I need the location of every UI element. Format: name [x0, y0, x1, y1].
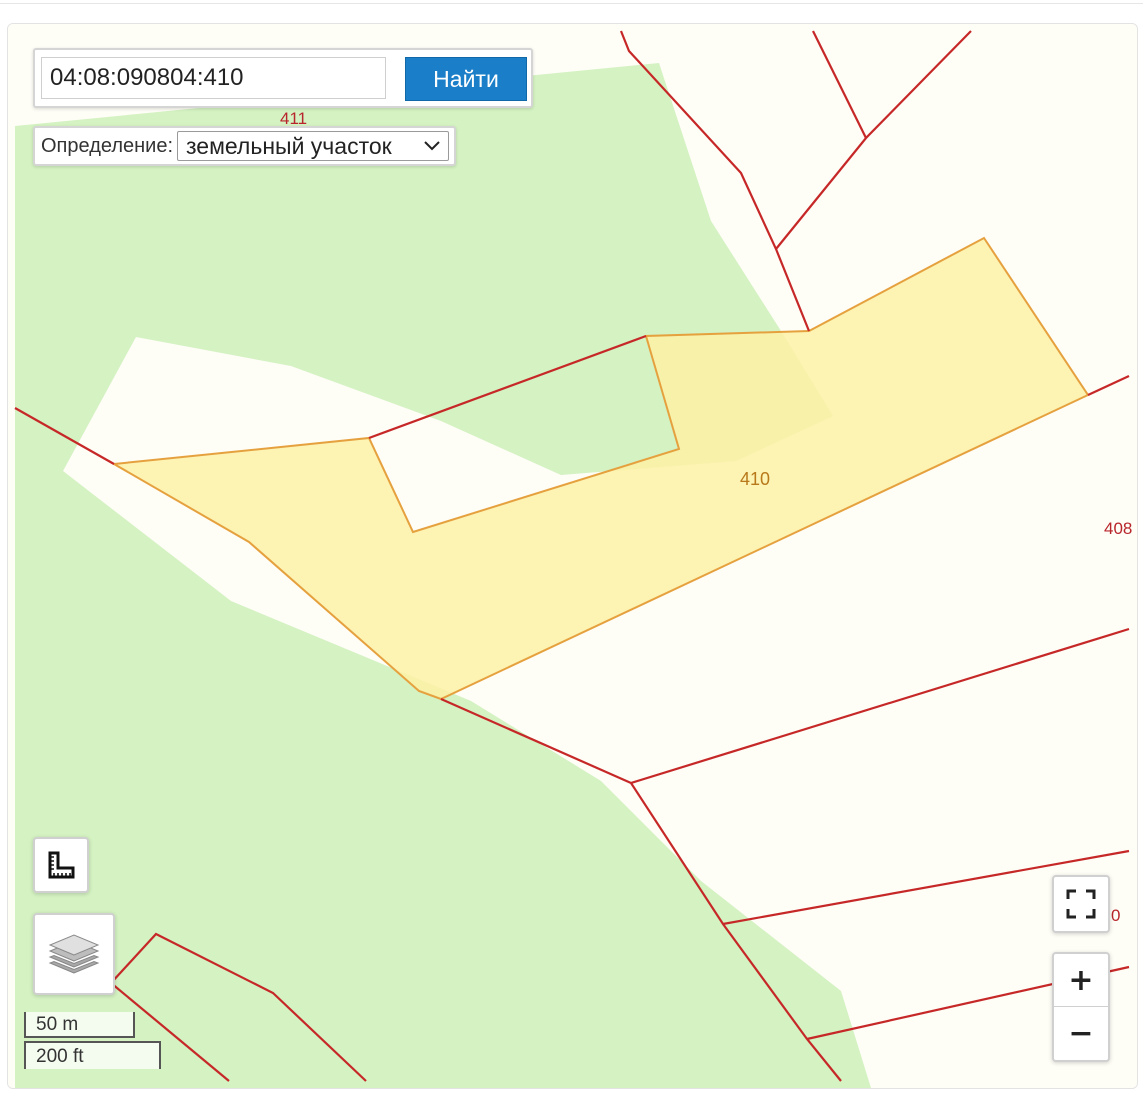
definition-select[interactable]: земельный участок [177, 131, 450, 161]
definition-selector-box: Определение: земельный участок [33, 126, 456, 166]
parcel-label-partial: 0 [1111, 906, 1120, 925]
scale-bar-metric: 50 m [24, 1012, 135, 1038]
ruler-icon [48, 851, 75, 879]
zoom-out-button[interactable]: − [1054, 1007, 1108, 1059]
fullscreen-button[interactable] [1052, 875, 1110, 933]
search-button[interactable]: Найти [405, 57, 527, 101]
plus-icon: + [1068, 962, 1094, 998]
zoom-control: + − [1052, 952, 1110, 1062]
cadastral-search-box: Найти [33, 48, 533, 108]
parcel-label-410: 410 [740, 469, 770, 489]
search-input[interactable] [41, 57, 386, 99]
scale-metric-label: 50 m [36, 1014, 79, 1035]
definition-selected-value: земельный участок [186, 132, 392, 159]
minus-icon: − [1068, 1015, 1094, 1051]
chevron-down-icon [424, 141, 440, 151]
layers-button[interactable] [33, 913, 115, 995]
map-viewport[interactable]: 411 410 408 0 [7, 23, 1138, 1089]
map-canvas[interactable]: 411 410 408 0 [8, 24, 1137, 1088]
scale-imperial-label: 200 ft [36, 1046, 84, 1067]
definition-label: Определение: [41, 134, 174, 157]
zoom-in-button[interactable]: + [1054, 954, 1108, 1007]
layers-icon [48, 934, 100, 974]
measure-button[interactable] [33, 837, 89, 893]
top-divider [0, 3, 1143, 4]
search-button-label: Найти [433, 65, 499, 92]
parcel-label-408: 408 [1104, 519, 1132, 538]
fullscreen-icon [1066, 889, 1096, 919]
scale-bar-imperial: 200 ft [24, 1041, 161, 1069]
